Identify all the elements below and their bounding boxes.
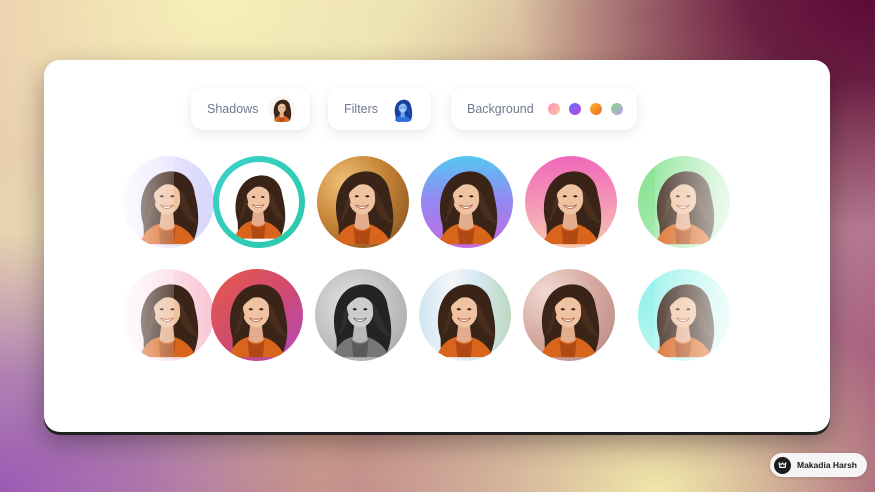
shadows-option[interactable]: Shadows [191,88,310,130]
shadows-thumbnail-icon [268,95,296,123]
avatar-window-light[interactable] [419,269,511,361]
avatar-red-magenta[interactable] [211,269,303,361]
background-option[interactable]: Background [451,88,637,130]
avatar-blue-purple[interactable] [421,156,513,248]
filters-thumbnail-icon [389,95,417,123]
green-gradient-swatch[interactable] [611,103,623,115]
filters-option[interactable]: Filters [328,88,431,130]
background-swatches [548,103,623,115]
shadows-label: Shadows [207,102,259,116]
background-label: Background [467,102,534,116]
avatar-teal-ring[interactable] [213,156,305,248]
avatar-pink-peach[interactable] [525,156,617,248]
author-badge[interactable]: Makadia Harsh [770,453,867,477]
author-logo-icon [774,456,791,474]
editor-card: Shadows Filters Background [44,60,830,432]
avatar-grayscale[interactable] [315,269,407,361]
filters-label: Filters [344,102,379,116]
pink-gradient-swatch[interactable] [548,103,560,115]
author-name: Makadia Harsh [797,460,857,470]
avatar-lavender[interactable] [122,156,214,248]
avatar-golden-bokeh[interactable] [317,156,409,248]
avatar-cyan[interactable] [638,269,730,361]
avatar-rose[interactable] [122,269,214,361]
avatar-bokeh-warm[interactable] [523,269,615,361]
violet-gradient-swatch[interactable] [569,103,581,115]
orange-gradient-swatch[interactable] [590,103,602,115]
avatar-mint[interactable] [638,156,730,248]
